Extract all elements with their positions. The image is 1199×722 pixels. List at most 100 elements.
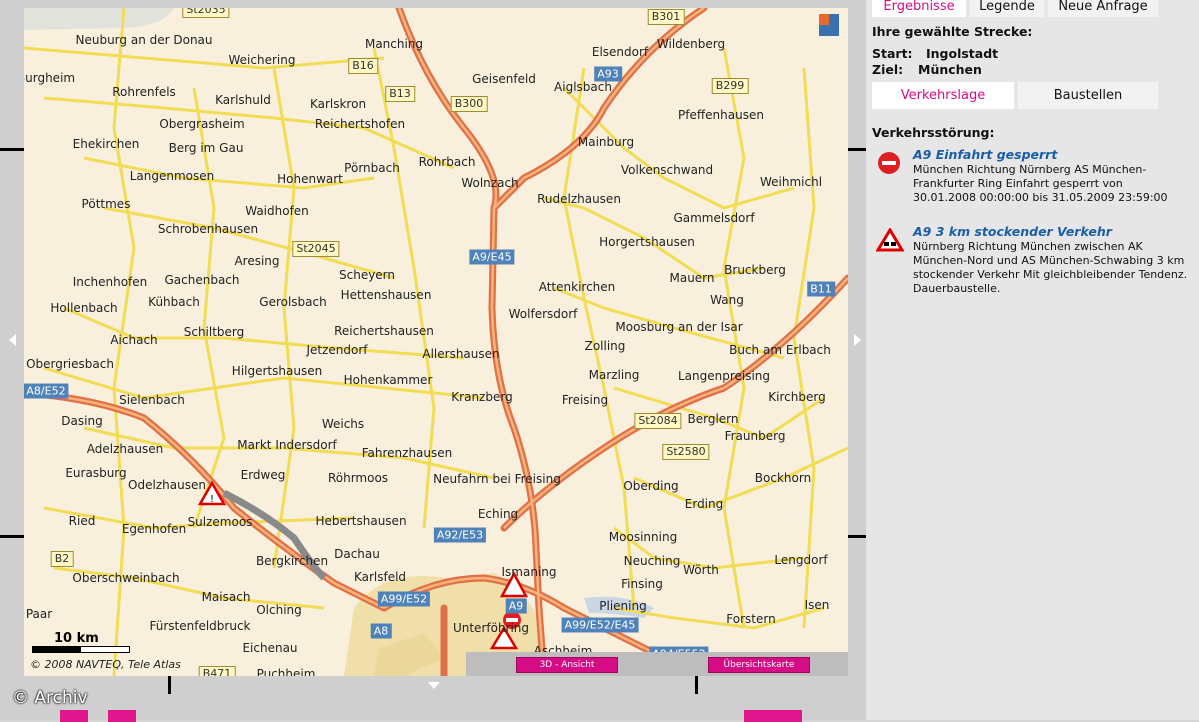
place-label: Erding [684,497,724,511]
frame-tick [848,535,866,538]
road-sign: St2045 [292,241,340,257]
next-button[interactable] [108,710,136,722]
motorway-sign: B11 [807,281,835,297]
map-scale: 10 km [32,631,130,653]
place-label: Aiglsbach [554,80,612,94]
place-label: Adelzhausen [86,442,164,456]
place-label: Oberding [623,479,679,493]
incident-title[interactable]: A9 3 km stockender Verkehr [913,224,1112,239]
water-area [24,8,174,30]
place-label: Hebertshausen [315,514,407,528]
place-label: Egenhofen [121,522,187,536]
road-sign: B299 [711,78,749,94]
place-label: Bockhorn [754,471,812,485]
place-label: Kühbach [148,295,200,309]
tab-neue-anfrage[interactable]: Neue Anfrage [1048,0,1158,17]
tab-verkehrslage[interactable]: Verkehrslage [872,82,1014,109]
road-sign: St2035 [182,8,230,18]
map-copyright: © 2008 NAVTEQ, Tele Atlas [30,658,181,671]
place-label: Waidhofen [245,204,309,218]
place-label: Burgheim [24,71,76,85]
road-sign: B301 [647,9,685,25]
prev-button[interactable] [60,710,88,722]
scale-label: 10 km [54,631,99,646]
place-label: Attenkirchen [538,280,616,294]
place-label: Manching [364,37,424,51]
place-label: Karlshuld [215,93,271,107]
tab-baustellen[interactable]: Baustellen [1018,82,1158,109]
place-label: Hilgertshausen [231,364,323,378]
action-button[interactable] [744,710,802,722]
3d-view-button[interactable]: 3D - Ansicht [516,657,618,673]
place-label: Erdweg [240,468,286,482]
place-label: Ried [68,514,96,528]
place-label: Rohrenfels [112,85,176,99]
road-sign: St2084 [634,413,682,429]
route-heading: Ihre gewählte Strecke: [872,24,1033,39]
incidents-heading: Verkehrsstörung: [872,125,995,140]
place-label: Langenmosen [129,169,215,183]
tab-ergebnisse[interactable]: Ergebnisse [872,0,966,17]
tab-legende[interactable]: Legende [970,0,1044,17]
map-frame: ! Neuburg an der Donau Weichering Manching… [0,0,866,722]
place-label: Moosburg an der Isar [615,320,743,334]
place-label: Freising [561,393,609,407]
pan-left-arrow-icon[interactable] [9,334,16,346]
incident-text: München Richtung Nürnberg AS München-Fra… [913,163,1168,204]
ziel-value: München [918,62,982,77]
place-label: Pöttmes [81,197,131,211]
map-toolbar: 3D - Ansicht Übersichtskarte [466,652,848,676]
map-canvas[interactable]: ! Neuburg an der Donau Weichering Manching… [24,8,848,676]
place-label: Neuching [623,554,681,568]
place-label: Wang [710,293,744,307]
svg-text:!: ! [210,494,214,505]
road-sign: B13 [385,86,415,102]
motorway-sign: A9/E45 [469,249,515,265]
place-label: Neufahrn bei Freising [433,472,561,486]
place-label: Röhrmoos [327,471,389,485]
place-label: Gammelsdorf [673,211,755,225]
overview-map-button[interactable]: Übersichtskarte [708,657,810,673]
place-label: Kirchberg [768,390,826,404]
frame-tick [695,676,698,694]
place-label: Marzling [588,368,640,382]
place-label: Markt Indersdorf [237,438,337,452]
place-label: Karlsfeld [353,570,407,584]
place-label: Berg im Gau [168,141,244,155]
place-label: Elsendorf [591,45,649,59]
results-panel: Ergebnisse Legende Neue Anfrage Ihre gew… [866,0,1199,720]
pan-right-arrow-icon[interactable] [854,334,861,346]
pan-down-arrow-icon[interactable] [428,682,440,689]
place-label: Zolling [584,339,626,353]
place-label: Sulzemoos [187,515,253,529]
place-label: Eurasburg [65,466,127,480]
place-label: Rohrbach [418,155,476,169]
place-label: Pfeffenhausen [678,108,764,122]
start-value: Ingolstadt [926,46,999,61]
place-label: Schrobenhausen [157,222,259,236]
place-label: Allershausen [422,347,500,361]
place-label: Puchheim [256,667,316,676]
place-label: Unterföhring [452,621,530,635]
incident-title[interactable]: A9 Einfahrt gesperrt [913,147,1057,162]
place-label: Geisenfeld [472,72,536,86]
place-label: Dachau [334,547,380,561]
road-sign: B2 [50,551,74,567]
place-label: Weichering [228,53,296,67]
place-label: Eching [477,507,519,521]
motorway-sign: A9 [505,598,527,614]
place-label: Wildenberg [656,37,726,51]
place-label: Jetzendorf [306,343,368,357]
place-label: Karlskron [309,97,367,111]
place-label: Weichs [321,417,365,431]
place-label: Pörnbach [344,161,400,175]
place-label: Aichach [110,333,158,347]
place-label: Lengdorf [774,553,828,567]
motorway-sign: A8 [370,623,392,639]
place-label: Gerolsbach [259,295,327,309]
place-label: Kranzberg [451,390,513,404]
frame-tick [168,676,171,694]
place-label: Isen [804,598,830,612]
watermark: © Archiv [12,688,88,708]
place-label: Horgertshausen [599,235,695,249]
